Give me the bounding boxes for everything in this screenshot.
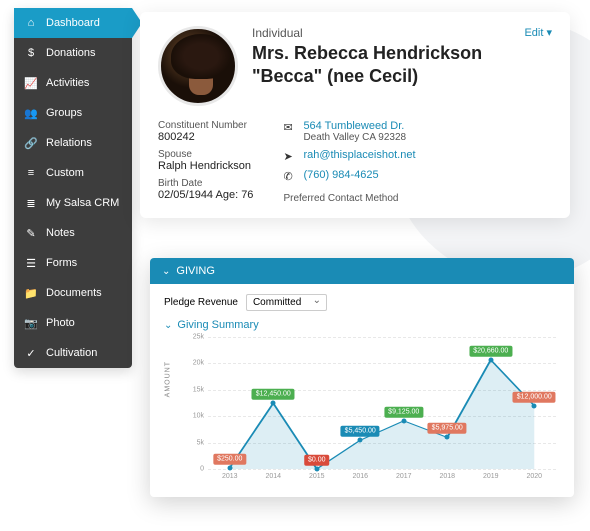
forms-icon: ☰ xyxy=(24,256,38,270)
avatar xyxy=(158,26,238,106)
sidebar-item-donations[interactable]: $ Donations xyxy=(14,38,132,68)
birthdate-value: 02/05/1944 Age: 76 xyxy=(158,189,253,201)
groups-icon: 👥 xyxy=(24,106,38,120)
pledge-revenue-select[interactable]: Committed xyxy=(246,294,327,311)
constituent-name: Mrs. Rebecca Hendrickson "Becca" (nee Ce… xyxy=(252,42,552,87)
email-link[interactable]: ➤ rah@thisplaceishot.net xyxy=(283,149,415,163)
chart-data-label: $0.00 xyxy=(304,455,330,466)
chart-xtick: 2013 xyxy=(208,469,252,487)
spouse-label: Spouse xyxy=(158,149,253,160)
phone-link[interactable]: ✆ (760) 984-4625 xyxy=(283,169,415,183)
address-line2: Death Valley CA 92328 xyxy=(303,132,406,143)
pledge-revenue-label: Pledge Revenue xyxy=(164,297,238,308)
giving-card: ⌄ GIVING Pledge Revenue Committed ⌄ Givi… xyxy=(150,258,574,497)
constituent-number-label: Constituent Number xyxy=(158,120,253,131)
relations-icon: 🔗 xyxy=(24,136,38,150)
activities-icon: 📈 xyxy=(24,76,38,90)
chart-data-label: $5,450.00 xyxy=(341,426,380,437)
chart-point xyxy=(401,418,406,423)
chart-point xyxy=(271,401,276,406)
spouse-value: Ralph Hendrickson xyxy=(158,160,253,172)
chart-data-label: $20,660.00 xyxy=(469,346,512,357)
sidebar-item-label: Forms xyxy=(46,257,77,269)
sidebar-item-label: Photo xyxy=(46,317,75,329)
chart-ytick: 10k xyxy=(193,413,204,420)
chart-xtick: 2017 xyxy=(382,469,426,487)
constituent-type: Individual xyxy=(252,26,552,40)
envelope-icon: ✉ xyxy=(283,121,295,134)
giving-header-label: GIVING xyxy=(176,265,215,277)
notes-icon: ✎ xyxy=(24,226,38,240)
sidebar-item-label: Cultivation xyxy=(46,347,97,359)
donations-icon: $ xyxy=(24,46,38,60)
giving-summary-label: Giving Summary xyxy=(177,319,258,331)
address-line1: 564 Tumbleweed Dr. xyxy=(303,120,406,132)
chart-data-label: $9,125.00 xyxy=(384,407,423,418)
photo-icon: 📷 xyxy=(24,316,38,330)
sidebar-item-photo[interactable]: 📷 Photo xyxy=(14,308,132,338)
sidebar-item-notes[interactable]: ✎ Notes xyxy=(14,218,132,248)
custom-icon: ≡ xyxy=(24,166,38,180)
constituent-number-value: 800242 xyxy=(158,131,253,143)
documents-icon: 📁 xyxy=(24,286,38,300)
sidebar-item-label: Dashboard xyxy=(46,17,100,29)
birthdate-label: Birth Date xyxy=(158,178,253,189)
edit-button[interactable]: Edit ▾ xyxy=(524,26,552,39)
chart-xtick: 2016 xyxy=(339,469,383,487)
chart-point xyxy=(532,403,537,408)
sidebar-item-label: Activities xyxy=(46,77,89,89)
sidebar-item-label: Notes xyxy=(46,227,75,239)
sidebar-item-relations[interactable]: 🔗 Relations xyxy=(14,128,132,158)
giving-header[interactable]: ⌄ GIVING xyxy=(150,258,574,284)
chart-xtick: 2020 xyxy=(513,469,557,487)
chart-ytick: 5k xyxy=(197,439,204,446)
phone-icon: ✆ xyxy=(283,170,295,183)
sidebar-item-cultivation[interactable]: ✓ Cultivation xyxy=(14,338,132,368)
sidebar-item-dashboard[interactable]: ⌂ Dashboard xyxy=(14,8,132,38)
chart-ytick: 20k xyxy=(193,360,204,367)
preferred-contact-label: Preferred Contact Method xyxy=(283,193,415,204)
chart-xtick: 2018 xyxy=(426,469,470,487)
chart-data-label: $12,450.00 xyxy=(252,389,295,400)
chart-xtick: 2019 xyxy=(469,469,513,487)
address-link[interactable]: ✉ 564 Tumbleweed Dr. Death Valley CA 923… xyxy=(283,120,415,143)
chevron-down-icon: ⌄ xyxy=(162,266,170,277)
sidebar-item-label: My Salsa CRM xyxy=(46,197,119,209)
sidebar-item-forms[interactable]: ☰ Forms xyxy=(14,248,132,278)
profile-card: Individual Mrs. Rebecca Hendrickson "Bec… xyxy=(140,12,570,218)
sidebar-item-label: Documents xyxy=(46,287,102,299)
chart-xtick: 2014 xyxy=(252,469,296,487)
chart-ytick: 15k xyxy=(193,386,204,393)
sidebar-item-label: Donations xyxy=(46,47,96,59)
sidebar-item-my-salsa-crm[interactable]: ≣ My Salsa CRM xyxy=(14,188,132,218)
send-icon: ➤ xyxy=(283,150,295,163)
sidebar: ⌂ Dashboard $ Donations 📈 Activities 👥 Groups 🔗 R… xyxy=(14,8,132,368)
dashboard-icon: ⌂ xyxy=(24,16,38,30)
chart-point xyxy=(488,357,493,362)
chart-ytick: 0 xyxy=(200,466,204,473)
my-salsa-crm-icon: ≣ xyxy=(24,196,38,210)
chart-point xyxy=(358,438,363,443)
sidebar-item-label: Relations xyxy=(46,137,92,149)
chart-ytick: 25k xyxy=(193,334,204,341)
chart-xtick: 2015 xyxy=(295,469,339,487)
sidebar-item-groups[interactable]: 👥 Groups xyxy=(14,98,132,128)
chart-data-label: $5,975.00 xyxy=(428,423,467,434)
sidebar-item-activities[interactable]: 📈 Activities xyxy=(14,68,132,98)
giving-summary-toggle[interactable]: ⌄ Giving Summary xyxy=(164,319,560,331)
sidebar-item-label: Groups xyxy=(46,107,82,119)
sidebar-item-custom[interactable]: ≡ Custom xyxy=(14,158,132,188)
sidebar-item-label: Custom xyxy=(46,167,84,179)
chevron-down-icon: ⌄ xyxy=(164,320,172,331)
chart-point xyxy=(445,435,450,440)
giving-chart: AMOUNT 05k10k15k20k25k $250.00$12,450.00… xyxy=(188,337,560,487)
chart-ylabel: AMOUNT xyxy=(165,361,172,397)
cultivation-icon: ✓ xyxy=(24,346,38,360)
email-value: rah@thisplaceishot.net xyxy=(303,149,415,161)
phone-value: (760) 984-4625 xyxy=(303,169,378,181)
chart-data-label: $12,000.00 xyxy=(513,391,556,402)
sidebar-item-documents[interactable]: 📁 Documents xyxy=(14,278,132,308)
chart-data-label: $250.00 xyxy=(213,453,246,464)
